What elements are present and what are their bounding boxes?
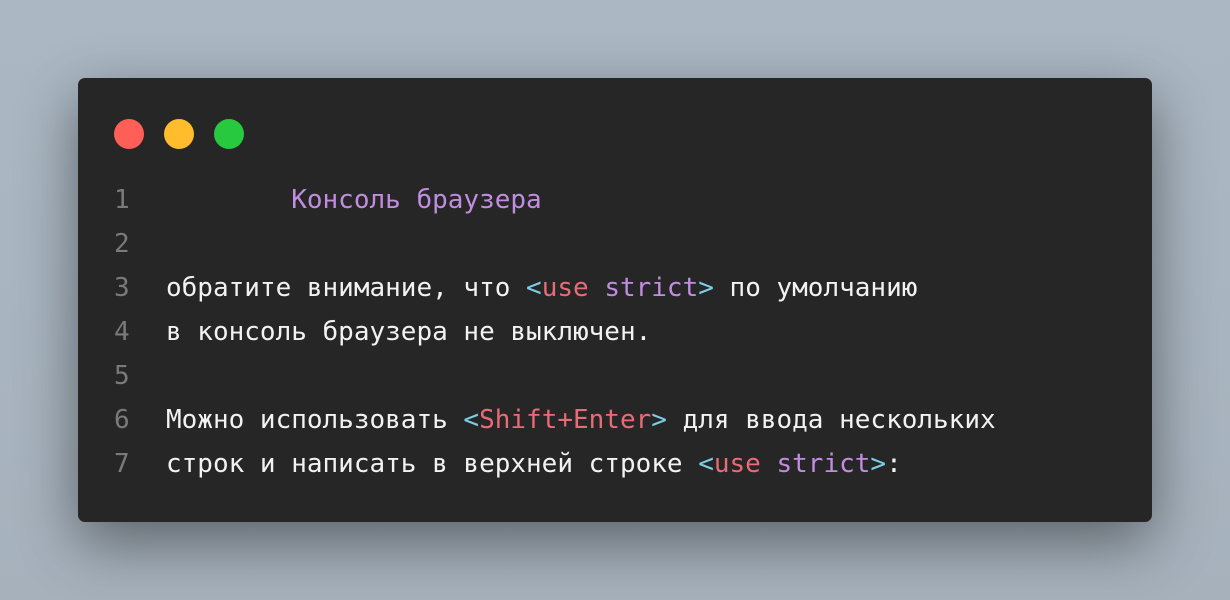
code-token-bracket: > — [698, 273, 714, 303]
code-token-title: Консоль браузера — [166, 185, 542, 215]
code-token-keyword: use — [713, 449, 761, 479]
code-token-bracket: < — [698, 449, 714, 479]
code-token-bracket: > — [651, 405, 667, 435]
line-number: 3 — [114, 273, 130, 303]
line-content: строк и написать в верхней строке <use s… — [166, 442, 902, 486]
line-number: 7 — [114, 449, 130, 479]
code-token-plain: обратите внимание, что — [166, 273, 527, 303]
code-token-string: strict — [776, 449, 871, 479]
code-token-string: strict — [604, 273, 699, 303]
code-token-plain: Можно использовать — [166, 405, 464, 435]
line-number: 2 — [114, 229, 130, 259]
code-token-bracket: < — [526, 273, 542, 303]
code-token-plain: строк и написать в верхней строке — [166, 449, 699, 479]
code-window: 1 Консоль браузера 2 3 обратите внимание, ч… — [78, 78, 1152, 522]
code-line: 6 Можно использовать <Shift+Enter> для вв… — [78, 398, 1152, 442]
code-token-keyword: use — [541, 273, 589, 303]
window-controls — [114, 119, 244, 149]
code-token-plain: для ввода нескольких — [666, 405, 996, 435]
line-number: 5 — [114, 361, 130, 391]
maximize-dot-icon[interactable] — [214, 119, 244, 149]
line-number: 6 — [114, 405, 130, 435]
code-line: 1 Консоль браузера — [78, 178, 1152, 222]
code-block: 1 Консоль браузера 2 3 обратите внимание, ч… — [78, 178, 1152, 486]
code-line: 4 в консоль браузера не выключен. — [78, 310, 1152, 354]
minimize-dot-icon[interactable] — [164, 119, 194, 149]
code-token-plain: в консоль браузера не выключен. — [166, 317, 652, 347]
line-content: Можно использовать <Shift+Enter> для вво… — [166, 398, 996, 442]
line-content: Консоль браузера — [166, 178, 542, 222]
code-token-bracket: < — [463, 405, 480, 435]
code-line: 3 обратите внимание, что <use strict> по … — [78, 266, 1152, 310]
code-token-plain: по умолчанию — [713, 273, 918, 303]
line-content: обратите внимание, что <use strict> по у… — [166, 266, 917, 310]
code-line: 5 — [78, 354, 1152, 398]
code-token-bracket: > — [870, 449, 887, 479]
code-token-plain: : — [886, 449, 902, 479]
close-dot-icon[interactable] — [114, 119, 144, 149]
line-content: в консоль браузера не выключен. — [166, 310, 651, 354]
code-line: 2 — [78, 222, 1152, 266]
line-number: 4 — [114, 317, 130, 347]
code-line: 7 строк и написать в верхней строке <use … — [78, 442, 1152, 486]
code-token-keyword: Shift+Enter — [479, 405, 652, 435]
line-number: 1 — [114, 185, 130, 215]
